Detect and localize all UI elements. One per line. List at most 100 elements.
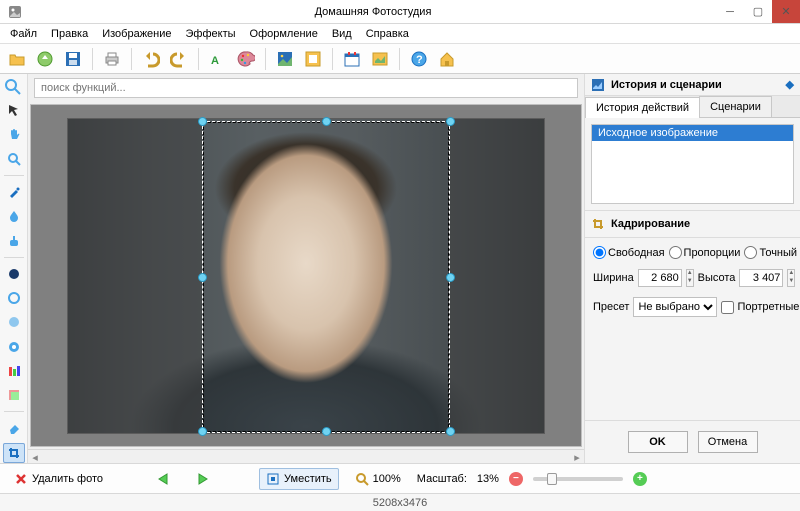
svg-text:A: A xyxy=(211,55,219,67)
hand-tool[interactable] xyxy=(3,124,25,144)
drop-tool[interactable] xyxy=(3,206,25,226)
zoom-slider[interactable] xyxy=(533,477,623,481)
expand-icon[interactable]: ◆ xyxy=(786,78,794,91)
fit-button[interactable]: Уместить xyxy=(259,468,339,490)
crop-handle-w[interactable] xyxy=(198,273,207,282)
ok-button[interactable]: OK xyxy=(628,431,688,453)
width-input[interactable] xyxy=(638,269,682,287)
delete-icon xyxy=(14,472,28,486)
zoom-100-button[interactable]: 100% xyxy=(349,468,407,490)
history-panel-icon xyxy=(591,78,605,92)
photo[interactable] xyxy=(67,118,545,434)
zoom-slider-thumb[interactable] xyxy=(547,473,557,485)
crop-handle-ne[interactable] xyxy=(446,117,455,126)
menu-image[interactable]: Изображение xyxy=(96,26,177,42)
horizontal-scrollbar[interactable]: ◂ ▸ xyxy=(28,449,584,463)
crop-handle-n[interactable] xyxy=(322,117,331,126)
main-toolbar: A ? xyxy=(0,44,800,74)
eraser-tool[interactable] xyxy=(3,418,25,438)
search-input[interactable] xyxy=(34,78,578,98)
prev-button[interactable] xyxy=(149,468,179,490)
canvas[interactable] xyxy=(30,104,582,447)
help-button[interactable]: ? xyxy=(408,48,430,70)
frame-button[interactable] xyxy=(302,48,324,70)
clone-tool[interactable] xyxy=(3,230,25,250)
svg-text:?: ? xyxy=(416,54,423,66)
preset-label: Пресет xyxy=(593,301,629,313)
home-button[interactable] xyxy=(436,48,458,70)
image-dimensions: 5208x3476 xyxy=(373,497,427,509)
radio-exact[interactable]: Точный размер xyxy=(744,246,800,259)
darken-tool[interactable] xyxy=(3,264,25,284)
status-bar: 5208x3476 xyxy=(0,493,800,511)
menubar: Файл Правка Изображение Эффекты Оформлен… xyxy=(0,24,800,44)
app-icon xyxy=(6,3,24,21)
brush-tool[interactable] xyxy=(3,182,25,202)
crop-handle-e[interactable] xyxy=(446,273,455,282)
print-button[interactable] xyxy=(101,48,123,70)
crop-handle-sw[interactable] xyxy=(198,427,207,436)
zoom-out-button[interactable]: − xyxy=(509,472,523,486)
radio-free[interactable]: Свободная xyxy=(593,246,665,259)
portrait-checkbox[interactable]: Портретные xyxy=(721,301,799,314)
width-label: Ширина xyxy=(593,272,634,284)
history-item[interactable]: Исходное изображение xyxy=(592,125,793,141)
undo-button[interactable] xyxy=(140,48,162,70)
menu-edit[interactable]: Правка xyxy=(45,26,94,42)
palette-button[interactable] xyxy=(235,48,257,70)
zoom-100-icon xyxy=(355,472,369,486)
crop-handle-se[interactable] xyxy=(446,427,455,436)
cancel-button[interactable]: Отмена xyxy=(698,431,758,453)
blur-tool[interactable] xyxy=(3,312,25,332)
lighten-tool[interactable] xyxy=(3,288,25,308)
crop-section-title: Кадрирование xyxy=(611,218,690,230)
height-input[interactable] xyxy=(739,269,783,287)
height-label: Высота xyxy=(698,272,736,284)
close-button[interactable]: ✕ xyxy=(772,0,800,23)
maximize-button[interactable]: ▢ xyxy=(744,0,772,23)
tab-history[interactable]: История действий xyxy=(585,97,700,118)
preset-select[interactable]: Не выбрано xyxy=(633,297,717,317)
text-tool-button[interactable]: A xyxy=(207,48,229,70)
crop-rectangle[interactable] xyxy=(202,121,450,433)
crop-handle-s[interactable] xyxy=(322,427,331,436)
menu-view[interactable]: Вид xyxy=(326,26,358,42)
postcard-button[interactable] xyxy=(369,48,391,70)
calendar-button[interactable] xyxy=(341,48,363,70)
scroll-left-icon[interactable]: ◂ xyxy=(28,450,42,464)
delete-photo-button[interactable]: Удалить фото xyxy=(8,468,109,490)
scroll-right-icon[interactable]: ▸ xyxy=(570,450,584,464)
bottom-bar: Удалить фото Уместить 100% Масштаб: 13% … xyxy=(0,463,800,493)
crop-tool[interactable] xyxy=(3,443,25,463)
fit-icon xyxy=(266,472,280,486)
history-list[interactable]: Исходное изображение xyxy=(591,124,794,204)
panel-title: История и сценарии xyxy=(611,79,722,91)
height-spinner[interactable]: ▲▼ xyxy=(787,269,795,287)
open-button[interactable] xyxy=(6,48,28,70)
zoom-label: Масштаб: xyxy=(417,473,467,485)
minimize-button[interactable]: ─ xyxy=(716,0,744,23)
window-title: Домашняя Фотостудия xyxy=(30,6,716,18)
tab-scenarios[interactable]: Сценарии xyxy=(699,96,772,117)
pointer-tool[interactable] xyxy=(3,100,25,120)
menu-effects[interactable]: Эффекты xyxy=(180,26,242,42)
save-button[interactable] xyxy=(62,48,84,70)
enhance-button[interactable] xyxy=(274,48,296,70)
menu-file[interactable]: Файл xyxy=(4,26,43,42)
sharpen-tool[interactable] xyxy=(3,337,25,357)
width-spinner[interactable]: ▲▼ xyxy=(686,269,694,287)
zoom-in-button[interactable]: + xyxy=(633,472,647,486)
menu-help[interactable]: Справка xyxy=(360,26,415,42)
recent-button[interactable] xyxy=(34,48,56,70)
crop-handle-nw[interactable] xyxy=(198,117,207,126)
zoom-value: 13% xyxy=(477,473,499,485)
crop-icon xyxy=(591,217,605,231)
zoom-tool[interactable] xyxy=(3,149,25,169)
redo-button[interactable] xyxy=(168,48,190,70)
levels-tool[interactable] xyxy=(3,361,25,381)
menu-design[interactable]: Оформление xyxy=(244,26,324,42)
radio-proportions[interactable]: Пропорции xyxy=(669,246,741,259)
titlebar: Домашняя Фотостудия ─ ▢ ✕ xyxy=(0,0,800,24)
next-button[interactable] xyxy=(189,468,219,490)
filter-tool[interactable] xyxy=(3,385,25,405)
